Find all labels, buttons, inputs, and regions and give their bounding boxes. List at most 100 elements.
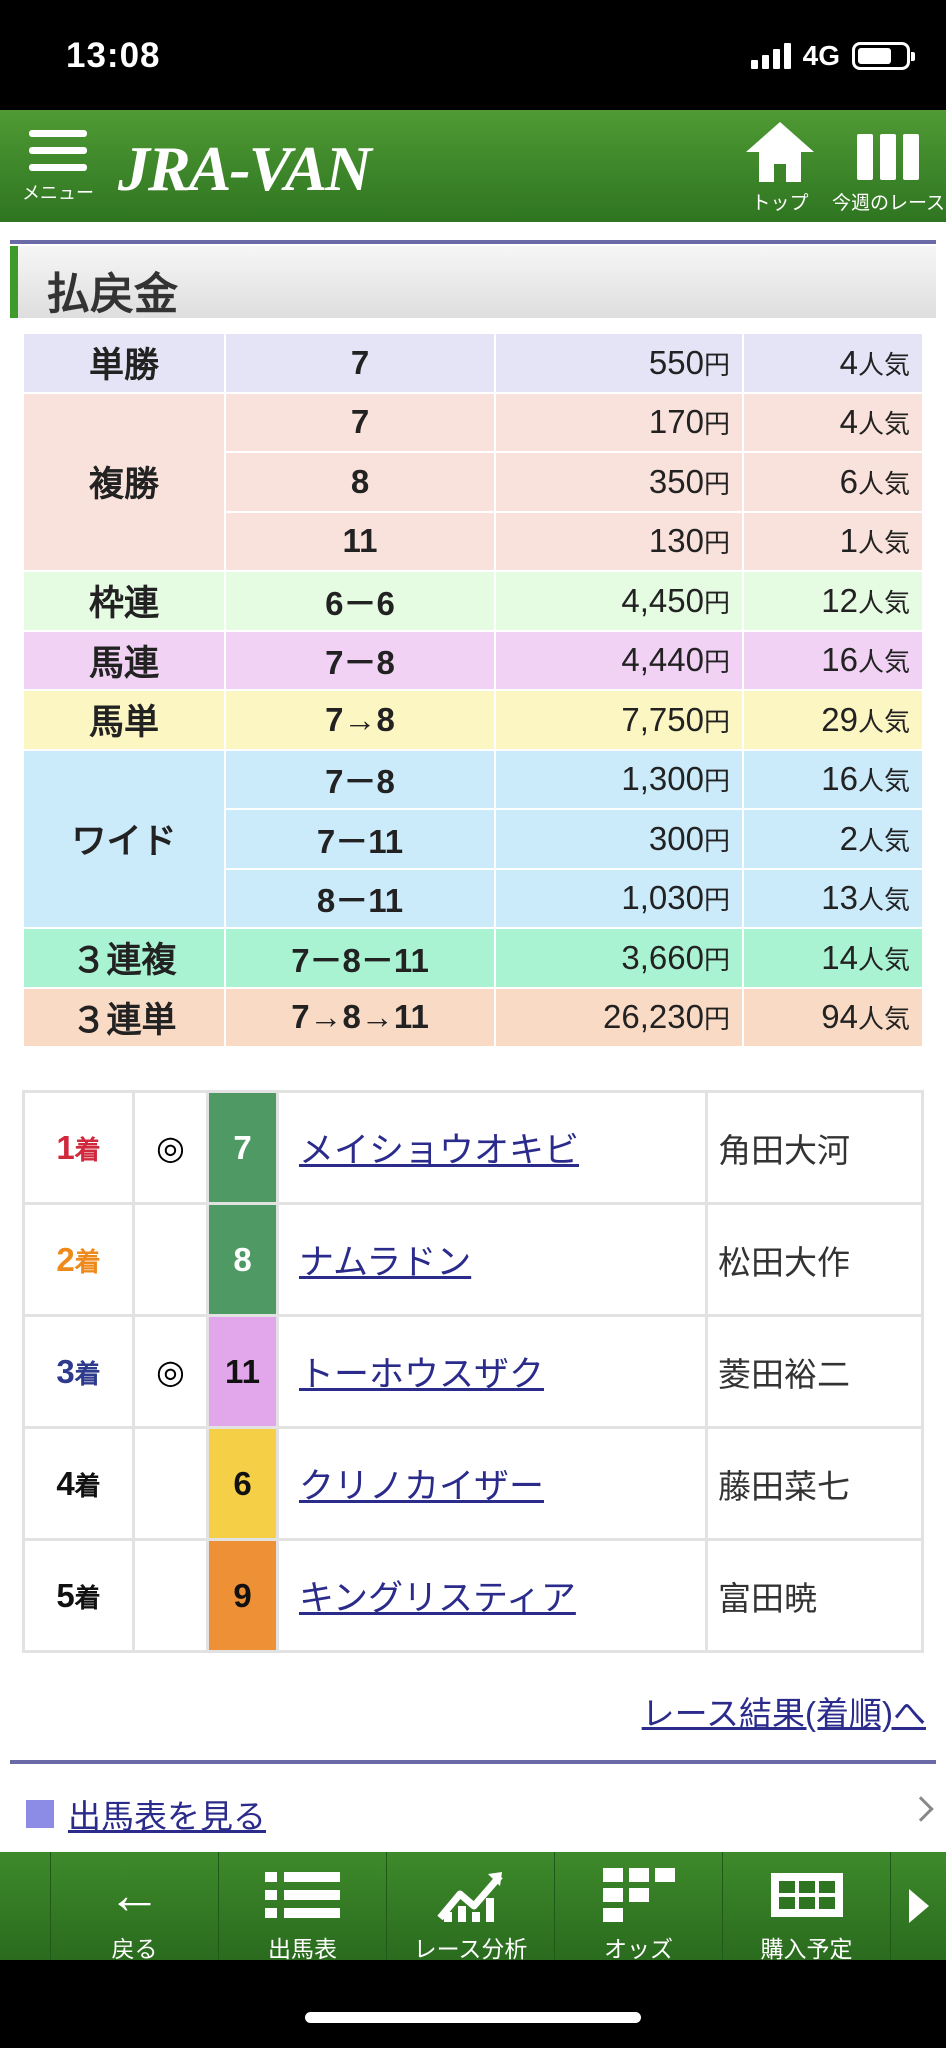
payout-combination: 8－11 — [224, 867, 496, 929]
app-header: メニュー JRA-VAN トップ 今週のレース — [0, 110, 946, 222]
prediction-mark: ◎ — [132, 1314, 209, 1429]
back-arrow-icon: ← — [107, 1865, 162, 1925]
payout-row: 馬単 7→8 7,750円 29人気 — [22, 689, 924, 751]
popularity-unit: 人気 — [857, 349, 910, 380]
network-type: 4G — [802, 40, 840, 71]
popularity: 2人気 — [742, 808, 924, 870]
bet-type: 枠連 — [22, 570, 226, 632]
this-week-races-button[interactable]: 今週のレース — [832, 122, 946, 215]
popularity-unit: 人気 — [857, 587, 910, 618]
nav-odds[interactable]: オッズ — [554, 1852, 722, 1962]
bet-type: ワイド — [22, 748, 226, 929]
status-icons: 4G — [750, 40, 915, 72]
popularity-rank: 4 — [839, 343, 858, 381]
horse-name-cell: ナムラドン — [276, 1202, 708, 1317]
home-icon — [746, 122, 814, 184]
horse-name-link[interactable]: ナムラドン — [299, 1243, 471, 1282]
race-results-link[interactable]: レース結果(着順)へ — [642, 1687, 926, 1735]
result-row: 2着 8 ナムラドン 松田大作 — [22, 1202, 924, 1317]
horse-name-link[interactable]: キングリスティア — [299, 1579, 576, 1618]
popularity: 13人気 — [742, 867, 924, 929]
jockey-name: 角田大河 — [705, 1090, 924, 1205]
popularity-rank: 29 — [821, 700, 858, 738]
payout-amount: 350円 — [494, 451, 744, 513]
payout-combination: 7－8 — [224, 629, 496, 691]
entries-link[interactable]: 出馬表を見る — [26, 1790, 266, 1838]
yen-unit: 円 — [703, 706, 730, 737]
nav-race-analysis-label: レース分析 — [413, 1936, 528, 1962]
nav-back-label: 戻る — [111, 1936, 158, 1962]
payout-amount: 4,440円 — [494, 629, 744, 691]
popularity-rank: 16 — [821, 760, 858, 798]
menu-button[interactable]: メニュー — [18, 130, 98, 220]
horse-number: 8 — [206, 1202, 279, 1317]
finish-suffix: 着 — [74, 1470, 101, 1501]
nav-odds-label: オッズ — [604, 1936, 673, 1962]
yen-unit: 円 — [703, 766, 730, 797]
entries-link-label[interactable]: 出馬表を見る — [68, 1790, 266, 1838]
finish-suffix: 着 — [74, 1582, 101, 1613]
payout-row: ３連複 7－8－11 3,660円 14人気 — [22, 927, 924, 989]
bottom-nav: ← 戻る 出馬表 レース分析 オッズ 購入予定 — [0, 1852, 946, 1962]
result-row: 1着 ◎ 7 メイショウオキビ 角田大河 — [22, 1090, 924, 1205]
top-button[interactable]: トップ — [740, 122, 820, 215]
payout-amount-value: 550 — [648, 343, 704, 381]
finish-position: 5着 — [22, 1538, 135, 1653]
popularity: 4人気 — [742, 391, 924, 453]
payout-amount-value: 26,230 — [603, 998, 704, 1036]
yen-unit: 円 — [703, 349, 730, 380]
horse-name-link[interactable]: メイショウオキビ — [299, 1131, 579, 1170]
finish-number: 3 — [56, 1352, 75, 1390]
signal-icon — [750, 43, 791, 69]
bet-type: ３連複 — [22, 927, 226, 989]
nav-purchase-plan[interactable]: 購入予定 — [722, 1852, 890, 1962]
popularity-unit: 人気 — [857, 647, 910, 678]
result-row: 4着 6 クリノカイザー 藤田菜七 — [22, 1426, 924, 1541]
payout-row: 馬連 7－8 4,440円 16人気 — [22, 629, 924, 691]
menu-label: メニュー — [22, 183, 94, 203]
yen-unit: 円 — [703, 944, 730, 975]
finish-position: 4着 — [22, 1426, 135, 1541]
horse-name-link[interactable]: トーホウスザク — [299, 1355, 544, 1394]
horse-number: 9 — [206, 1538, 279, 1653]
payout-amount: 170円 — [494, 391, 744, 453]
prediction-mark — [132, 1202, 209, 1317]
prediction-mark — [132, 1538, 209, 1653]
payout-combination: 7－8－11 — [224, 927, 496, 989]
payout-combination: 7→8 — [224, 689, 496, 751]
nav-back[interactable]: ← 戻る — [50, 1852, 218, 1962]
chart-icon — [387, 1866, 554, 1924]
nav-race-analysis[interactable]: レース分析 — [386, 1852, 554, 1962]
payout-combination: 7 — [224, 391, 496, 453]
jockey-name: 菱田裕二 — [705, 1314, 924, 1429]
finish-suffix: 着 — [74, 1246, 101, 1277]
popularity-unit: 人気 — [857, 706, 910, 737]
payout-amount: 300円 — [494, 808, 744, 870]
finish-number: 4 — [56, 1464, 75, 1502]
nav-next-button[interactable] — [890, 1852, 946, 1960]
payout-row: 単勝 7 550円 4人気 — [22, 332, 924, 394]
this-week-races-label: 今週のレース — [832, 193, 946, 214]
horse-name-link[interactable]: クリノカイザー — [299, 1467, 544, 1506]
section-title-bar: 払戻金 — [10, 246, 936, 319]
jra-van-logo[interactable]: JRA-VAN — [118, 132, 372, 206]
popularity: 1人気 — [742, 510, 924, 572]
payout-amount-value: 300 — [648, 819, 704, 857]
payout-amount: 550円 — [494, 332, 744, 394]
status-time: 13:08 — [66, 36, 161, 75]
chevron-right-icon[interactable] — [908, 1796, 934, 1822]
popularity-rank: 14 — [821, 938, 858, 976]
nav-entries[interactable]: 出馬表 — [218, 1852, 386, 1962]
popularity-unit: 人気 — [857, 944, 910, 975]
popularity-unit: 人気 — [857, 528, 910, 559]
result-row: 5着 9 キングリスティア 富田暁 — [22, 1538, 924, 1653]
popularity-unit: 人気 — [857, 468, 910, 499]
yen-unit: 円 — [703, 468, 730, 499]
finish-suffix: 着 — [74, 1134, 101, 1165]
status-bar: 13:08 4G — [0, 0, 946, 110]
section-title: 払戻金 — [46, 270, 178, 319]
bet-type: ３連単 — [22, 986, 226, 1048]
yen-unit: 円 — [703, 885, 730, 916]
popularity-rank: 94 — [821, 998, 858, 1036]
prediction-mark: ◎ — [132, 1090, 209, 1205]
